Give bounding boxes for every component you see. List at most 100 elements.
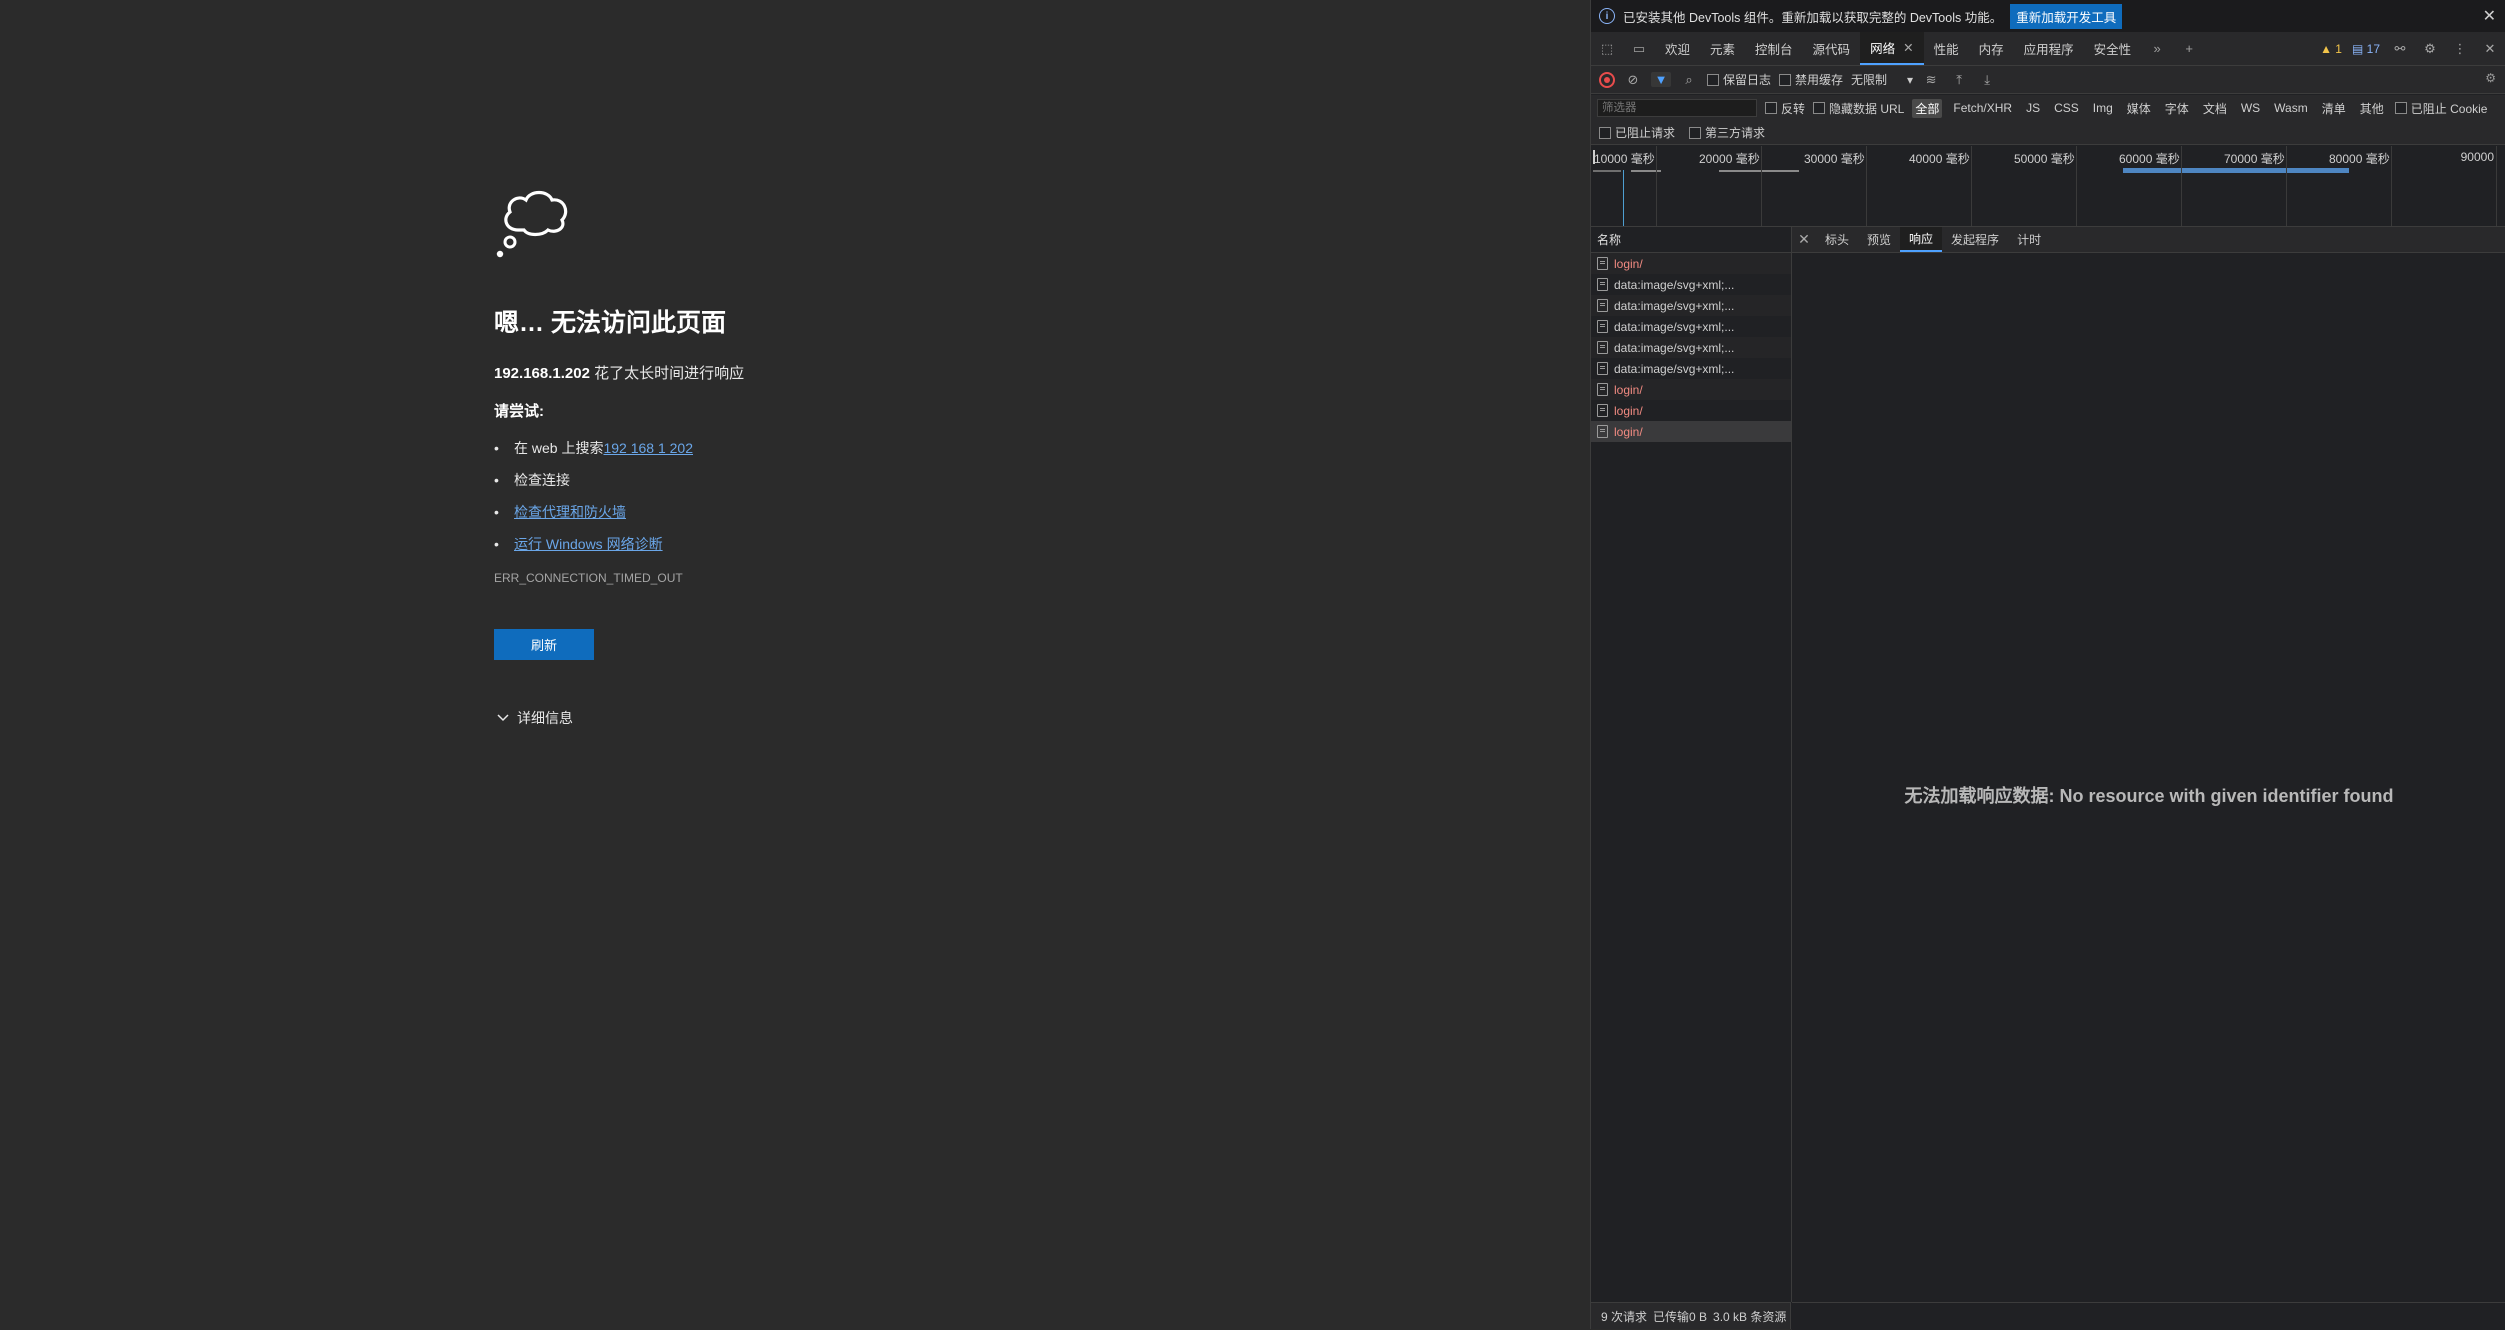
request-row[interactable]: login/	[1591, 379, 1791, 400]
overview-gridline	[2286, 146, 2287, 226]
tab-elements[interactable]: 元素	[1700, 32, 1745, 65]
warnings-badge[interactable]: ▲ 1	[2320, 42, 2342, 56]
overview-request-bar	[2123, 168, 2349, 173]
settings-gear-icon[interactable]: ⚙	[2420, 41, 2440, 57]
third-party-checkbox[interactable]: 第三方请求	[1689, 124, 1765, 141]
filter-type-doc[interactable]: 文档	[2200, 99, 2230, 118]
tab-application[interactable]: 应用程序	[2014, 32, 2084, 65]
preserve-log-checkbox[interactable]: 保留日志	[1707, 71, 1771, 88]
export-har-icon[interactable]: ⤓	[1977, 72, 1997, 88]
proxy-firewall-link[interactable]: 检查代理和防火墙	[514, 502, 626, 522]
request-name: login/	[1614, 403, 1643, 418]
inspect-element-icon[interactable]: ⬚	[1591, 32, 1623, 65]
request-row[interactable]: data:image/svg+xml;...	[1591, 295, 1791, 316]
device-emulation-icon[interactable]: ▭	[1623, 32, 1655, 65]
request-row[interactable]: login/	[1591, 421, 1791, 442]
filter-type-media[interactable]: 媒体	[2124, 99, 2154, 118]
suggestion-diagnostics: • 运行 Windows 网络诊断	[494, 534, 663, 554]
messages-badge[interactable]: ▤ 17	[2352, 42, 2380, 56]
devtools-infobar: i 已安装其他 DevTools 组件。重新加载以获取完整的 DevTools …	[1591, 0, 2505, 32]
overview-tick-label: 80000 毫秒	[2329, 152, 2390, 166]
close-detail-icon[interactable]: ✕	[1792, 231, 1816, 248]
filter-input[interactable]	[1597, 99, 1757, 117]
invert-checkbox[interactable]: 反转	[1765, 100, 1805, 117]
filter-type-css[interactable]: CSS	[2051, 100, 2082, 116]
tab-console[interactable]: 控制台	[1745, 32, 1803, 65]
request-row[interactable]: login/	[1591, 400, 1791, 421]
add-tab-icon[interactable]: +	[2173, 32, 2205, 65]
search-icon[interactable]: ⌕	[1679, 72, 1699, 88]
request-name: login/	[1614, 424, 1643, 439]
filter-type-all[interactable]: 全部	[1912, 98, 1943, 118]
filter-type-js[interactable]: JS	[2023, 100, 2043, 116]
throttle-select[interactable]: 无限制 ▾	[1851, 71, 1913, 88]
detail-tab-timing[interactable]: 计时	[2008, 227, 2050, 252]
search-link[interactable]: 192 168 1 202	[603, 440, 693, 456]
overview-tick-label: 90000	[2460, 150, 2494, 164]
request-row[interactable]: login/	[1591, 253, 1791, 274]
chevron-down-icon	[497, 714, 509, 722]
overview-gridline	[2181, 146, 2182, 226]
request-name: data:image/svg+xml;...	[1614, 319, 1735, 334]
more-options-icon[interactable]: ⋮	[2450, 41, 2470, 57]
details-toggle[interactable]: 详细信息	[497, 708, 573, 728]
filter-type-ws[interactable]: WS	[2238, 100, 2263, 116]
detail-tab-headers[interactable]: 标头	[1816, 227, 1858, 252]
filter-type-img[interactable]: Img	[2090, 100, 2116, 116]
filter-type-font[interactable]: 字体	[2162, 99, 2192, 118]
filter-type-wasm[interactable]: Wasm	[2271, 100, 2311, 116]
detail-tab-preview[interactable]: 预览	[1858, 227, 1900, 252]
reload-devtools-button[interactable]: 重新加载开发工具	[2010, 3, 2123, 29]
request-row[interactable]: data:image/svg+xml;...	[1591, 274, 1791, 295]
refresh-button[interactable]: 刷新	[494, 629, 594, 660]
request-row[interactable]: data:image/svg+xml;...	[1591, 337, 1791, 358]
connect-icon[interactable]: ⚯	[2390, 41, 2410, 57]
suggestion-check-connection: • 检查连接	[494, 472, 570, 488]
request-name: login/	[1614, 382, 1643, 397]
error-description: 192.168.1.202 花了太长时间进行响应	[494, 362, 744, 383]
tab-security[interactable]: 安全性	[2084, 32, 2142, 65]
hide-data-urls-checkbox[interactable]: 隐藏数据 URL	[1813, 100, 1904, 117]
tab-welcome[interactable]: 欢迎	[1655, 32, 1700, 65]
network-conditions-icon[interactable]: ≋	[1921, 72, 1941, 88]
network-diagnostics-link[interactable]: 运行 Windows 网络诊断	[514, 534, 663, 554]
detail-tab-initiator[interactable]: 发起程序	[1942, 227, 2008, 252]
filter-type-manifest[interactable]: 清单	[2319, 99, 2349, 118]
network-overview[interactable]: 10000 毫秒 20000 毫秒 30000 毫秒 40000 毫秒 50000 毫秒…	[1591, 146, 2505, 227]
blocked-cookies-checkbox[interactable]: 已阻止 Cookie	[2394, 100, 2487, 117]
blocked-requests-checkbox[interactable]: 已阻止请求	[1599, 124, 1675, 141]
document-icon	[1597, 404, 1608, 417]
network-statusbar: 9 次请求 已传输0 B 3.0 kB 条资源	[1591, 1302, 1791, 1329]
close-devtools-icon[interactable]: ✕	[2480, 41, 2500, 57]
filter-type-other[interactable]: 其他	[2357, 99, 2387, 118]
import-har-icon[interactable]: ⤒	[1949, 72, 1969, 88]
record-icon[interactable]	[1599, 71, 1615, 88]
tab-network[interactable]: 网络 ✕	[1860, 32, 1924, 65]
response-error-message: 无法加载响应数据: No resource with given identif…	[1904, 786, 2394, 806]
overview-tick-label: 20000 毫秒	[1699, 152, 1760, 166]
tab-performance[interactable]: 性能	[1924, 32, 1969, 65]
tab-sources[interactable]: 源代码	[1803, 32, 1861, 65]
tab-memory[interactable]: 内存	[1969, 32, 2014, 65]
try-label: 请尝试:	[494, 403, 544, 420]
close-icon[interactable]: ✕	[2483, 6, 2496, 26]
thought-cloud-icon	[496, 190, 568, 258]
overview-dom-line	[1623, 170, 1624, 226]
overview-tick-label: 60000 毫秒	[2119, 152, 2180, 166]
more-tabs-icon[interactable]: »	[2141, 32, 2173, 65]
error-code: ERR_CONNECTION_TIMED_OUT	[494, 571, 683, 585]
network-settings-icon[interactable]: ⚙	[2485, 71, 2496, 85]
overview-tick-label: 70000 毫秒	[2224, 152, 2285, 166]
overview-gridline	[1656, 146, 1657, 226]
close-tab-icon[interactable]: ✕	[1903, 40, 1913, 55]
filter-bar-secondary: 已阻止请求 第三方请求	[1591, 121, 2505, 145]
clear-icon[interactable]: ⊘	[1623, 72, 1643, 88]
request-name: data:image/svg+xml;...	[1614, 361, 1735, 376]
filter-icon[interactable]: ▼	[1651, 72, 1671, 87]
request-row[interactable]: data:image/svg+xml;...	[1591, 316, 1791, 337]
disable-cache-checkbox[interactable]: 禁用缓存	[1779, 71, 1843, 88]
detail-tab-response[interactable]: 响应	[1900, 227, 1943, 252]
name-column-header[interactable]: 名称	[1591, 227, 1791, 253]
request-row[interactable]: data:image/svg+xml;...	[1591, 358, 1791, 379]
filter-type-fetch[interactable]: Fetch/XHR	[1950, 100, 2015, 116]
